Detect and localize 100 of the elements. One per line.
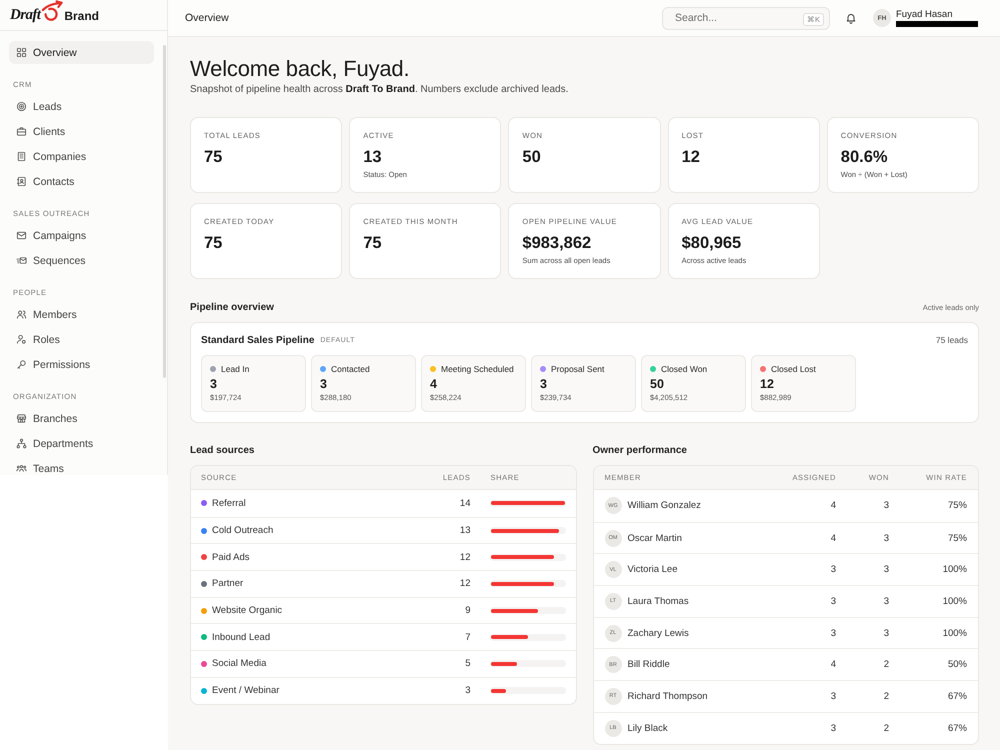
lead-count: 14	[458, 498, 470, 509]
assigned-count: 4	[830, 532, 836, 544]
member-name: Zachary Lewis	[628, 628, 689, 639]
stat-value: 13	[363, 147, 383, 167]
stage-name: Meeting Scheduled	[441, 364, 514, 374]
member-name: Oscar Martin	[628, 532, 682, 544]
assigned-count: 3	[830, 628, 836, 639]
key-icon	[16, 359, 27, 370]
stat-value: $80,965	[682, 233, 742, 253]
nav-item[interactable]: Sequences	[9, 249, 154, 272]
stage-count: 3	[210, 377, 218, 392]
source-name: Event / Webinar	[212, 685, 280, 696]
user-ring-icon	[16, 334, 27, 345]
stage-name: Closed Lost	[771, 364, 816, 374]
fast-envelope-icon	[16, 255, 27, 266]
user-name: Fuyad Hasan	[896, 9, 954, 20]
stat-value: 80.6%	[840, 147, 889, 167]
users-icon	[16, 309, 27, 320]
nav-item[interactable]: Roles	[9, 328, 154, 351]
win-rate: 50%	[946, 659, 967, 670]
briefcase-icon	[16, 126, 27, 137]
member-name: Victoria Lee	[628, 564, 678, 576]
lead-count: 9	[464, 605, 470, 616]
stage-name: Proposal Sent	[551, 364, 604, 374]
section-heading: Owner performance	[592, 444, 687, 456]
welcome-subtitle: Snapshot of pipeline health across Draft To Brand. Numbers exclude archived leads.	[190, 83, 570, 97]
group-icon	[16, 463, 27, 474]
stat-value: 75	[363, 233, 383, 253]
lead-count: 12	[458, 552, 470, 563]
lead-total: 75 leads	[936, 335, 968, 345]
lead-count: 7	[464, 632, 470, 643]
target-icon	[16, 101, 27, 112]
pipeline-name: Standard Sales Pipeline	[201, 334, 314, 346]
stage-name: Contacted	[331, 364, 370, 374]
stage-count: 12	[760, 377, 775, 392]
stat-value: 75	[204, 233, 224, 253]
source-name: Paid Ads	[212, 552, 250, 563]
lead-count: 5	[464, 658, 470, 670]
nav-item[interactable]: Members	[9, 303, 154, 326]
source-name: Social Media	[212, 658, 266, 670]
stage-count: 3	[320, 377, 328, 392]
win-rate: 100%	[942, 596, 967, 607]
won-count: 2	[882, 722, 889, 734]
won-count: 3	[882, 628, 889, 639]
nav-item[interactable]: Clients	[9, 120, 154, 143]
logo-ring-arrow-icon	[40, 0, 64, 22]
nav-item[interactable]: Companies	[9, 145, 154, 168]
won-count: 2	[882, 659, 889, 670]
lead-count: 12	[458, 578, 470, 590]
stat-value: 12	[682, 147, 701, 167]
section-heading: Lead sources	[190, 444, 254, 456]
win-rate: 100%	[942, 564, 967, 576]
nav-item[interactable]: Campaigns	[9, 224, 154, 247]
bell-icon[interactable]	[845, 12, 857, 24]
stage-count: 50	[650, 377, 665, 392]
member-name: William Gonzalez	[628, 500, 701, 512]
stat-value: 75	[204, 147, 224, 167]
contact-card-icon	[16, 176, 27, 187]
nav-item[interactable]: Overview	[9, 41, 154, 64]
win-rate: 100%	[942, 628, 967, 639]
logo-text: Brand	[64, 10, 100, 22]
nav-item[interactable]: Departments	[9, 432, 154, 455]
source-name: Inbound Lead	[212, 632, 270, 643]
stage-name: Closed Won	[661, 364, 708, 374]
nav-item[interactable]: Teams	[9, 457, 154, 480]
win-rate: 67%	[946, 690, 967, 702]
envelope-icon	[16, 230, 27, 241]
source-name: Referral	[212, 498, 246, 509]
stat-value: 50	[522, 147, 542, 167]
assigned-count: 3	[830, 722, 836, 734]
stage-count: 3	[540, 377, 548, 392]
lead-count: 13	[458, 525, 470, 536]
nav-item[interactable]: Branches	[9, 407, 154, 430]
won-count: 3	[882, 500, 889, 512]
assigned-count: 3	[830, 690, 836, 702]
grid-icon	[16, 47, 27, 58]
assigned-count: 3	[830, 564, 836, 576]
welcome-title: Welcome back, Fuyad.	[190, 56, 410, 82]
stat-value: $983,862	[522, 233, 592, 253]
win-rate: 75%	[946, 500, 967, 512]
hierarchy-icon	[16, 438, 27, 449]
source-name: Partner	[212, 578, 244, 590]
win-rate: 75%	[946, 532, 967, 544]
stage-count: 4	[430, 377, 438, 392]
lead-count: 3	[464, 685, 470, 696]
nav-item[interactable]: Permissions	[9, 353, 154, 376]
member-name: Laura Thomas	[628, 596, 689, 607]
win-rate: 67%	[946, 722, 967, 734]
assigned-count: 3	[830, 596, 836, 607]
nav-item[interactable]: Contacts	[9, 170, 154, 193]
won-count: 3	[882, 596, 889, 607]
assigned-count: 4	[830, 500, 836, 512]
nav-item[interactable]: Leads	[9, 95, 154, 118]
member-name: Richard Thompson	[628, 690, 708, 702]
page-title: Overview	[185, 12, 230, 24]
member-name: Bill Riddle	[628, 659, 670, 670]
building-icon	[16, 151, 27, 162]
source-name: Website Organic	[212, 605, 282, 616]
logo-text: Draft	[10, 8, 40, 22]
won-count: 3	[882, 532, 889, 544]
